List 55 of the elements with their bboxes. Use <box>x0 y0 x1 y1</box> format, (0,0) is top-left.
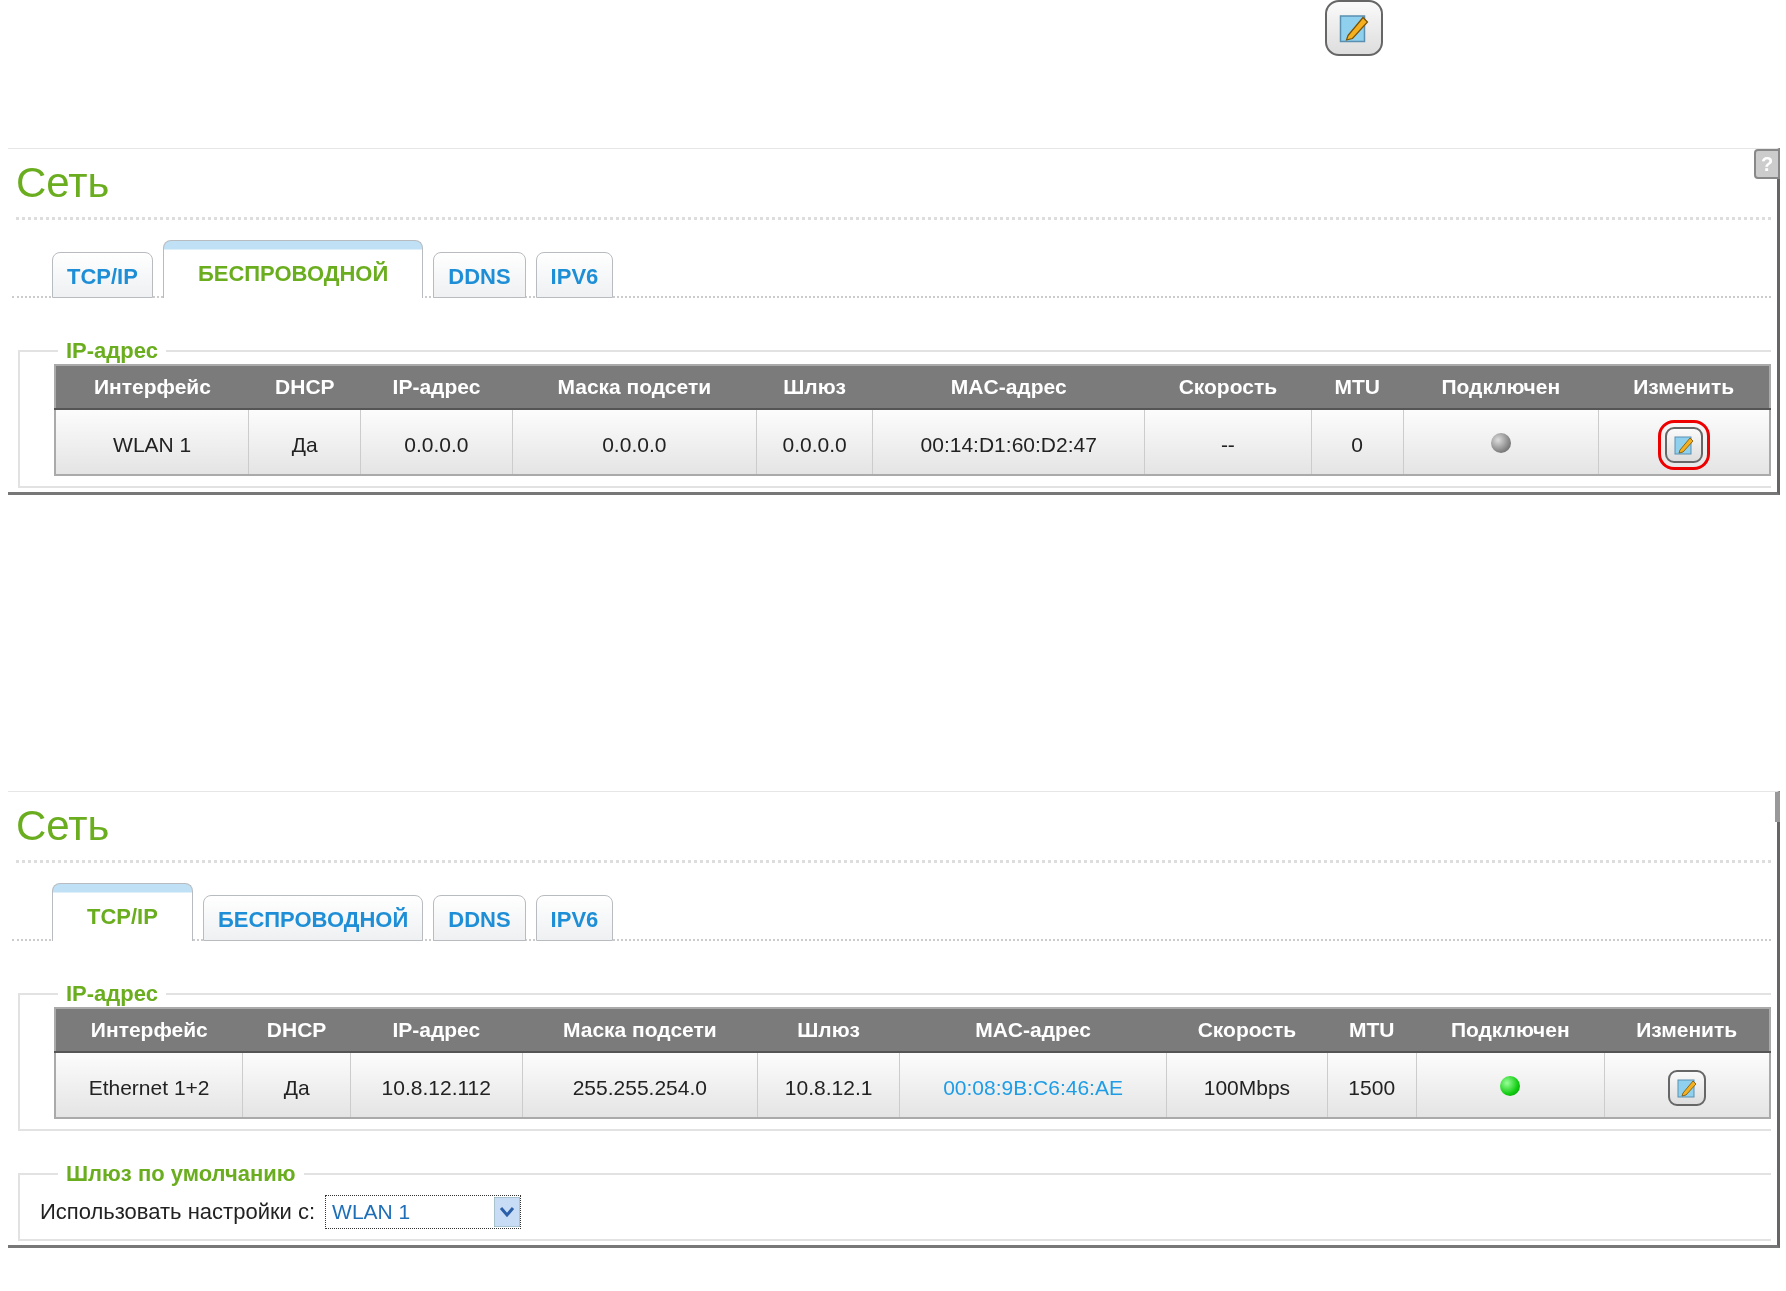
table-cell: 255.255.254.0 <box>522 1052 758 1118</box>
tab[interactable]: IPV6 <box>535 252 614 298</box>
edit-icon <box>1671 433 1696 457</box>
column-header: MTU <box>1327 1008 1417 1052</box>
table-cell: 0.0.0.0 <box>360 409 513 475</box>
table-cell: 0.0.0.0 <box>512 409 757 475</box>
column-header: Маска подсети <box>512 365 757 409</box>
tab[interactable]: TCP/IP <box>52 252 153 298</box>
column-header: Маска подсети <box>522 1008 758 1052</box>
caret-icon <box>494 1197 521 1227</box>
column-header: Скорость <box>1166 1008 1328 1052</box>
table-cell: Да <box>248 409 361 475</box>
column-header: IP-адрес <box>360 365 513 409</box>
tab[interactable]: TCP/IP <box>52 883 193 941</box>
column-header: Изменить <box>1598 365 1770 409</box>
column-header: Подключен <box>1416 1008 1605 1052</box>
mac-address: 00:14:D1:60:D2:47 <box>920 433 1097 456</box>
interface-select[interactable]: WLAN 1 <box>325 1195 522 1229</box>
section-title: IP-адрес <box>65 338 159 364</box>
table-cell: WLAN 1 <box>55 409 249 475</box>
tab[interactable]: DDNS <box>433 895 526 941</box>
section-title: IP-адрес <box>65 981 159 1007</box>
tab[interactable]: БЕСПРОВОДНОЙ <box>202 895 424 941</box>
table-cell: 0.0.0.0 <box>756 409 873 475</box>
column-header: Скорость <box>1144 365 1312 409</box>
column-header: Подключен <box>1403 365 1599 409</box>
column-header: Интерфейс <box>55 1008 243 1052</box>
table-cell: Да <box>242 1052 351 1118</box>
table-cell: Ethernet 1+2 <box>55 1052 243 1118</box>
column-header: DHCP <box>242 1008 351 1052</box>
page-title: Сеть <box>16 802 110 850</box>
column-header: Интерфейс <box>55 365 249 409</box>
column-header: DHCP <box>248 365 361 409</box>
edit-button[interactable] <box>1667 1070 1706 1106</box>
column-header: Шлюз <box>756 365 873 409</box>
table-cell: 1500 <box>1327 1052 1417 1118</box>
table-cell: 100Mbps <box>1166 1052 1328 1118</box>
column-header: MTU <box>1311 365 1404 409</box>
table-cell: 10.8.12.1 <box>757 1052 900 1118</box>
column-header: Шлюз <box>757 1008 900 1052</box>
table-cell: 10.8.12.112 <box>350 1052 522 1118</box>
column-header: Изменить <box>1604 1008 1770 1052</box>
column-header: MAC-адрес <box>872 365 1145 409</box>
field-label: Использовать настройки с: <box>40 1199 316 1225</box>
table-cell: 0 <box>1311 409 1404 475</box>
column-header: MAC-адрес <box>899 1008 1167 1052</box>
tab[interactable]: IPV6 <box>535 895 614 941</box>
column-header: IP-адрес <box>350 1008 522 1052</box>
section-title: Шлюз по умолчанию <box>65 1161 297 1187</box>
tab[interactable]: БЕСПРОВОДНОЙ <box>162 240 424 298</box>
edit-icon <box>1674 1076 1699 1100</box>
edit-button[interactable] <box>1325 0 1383 56</box>
page-title: Сеть <box>16 159 110 207</box>
table-cell: -- <box>1144 409 1312 475</box>
tab[interactable]: DDNS <box>433 252 526 298</box>
